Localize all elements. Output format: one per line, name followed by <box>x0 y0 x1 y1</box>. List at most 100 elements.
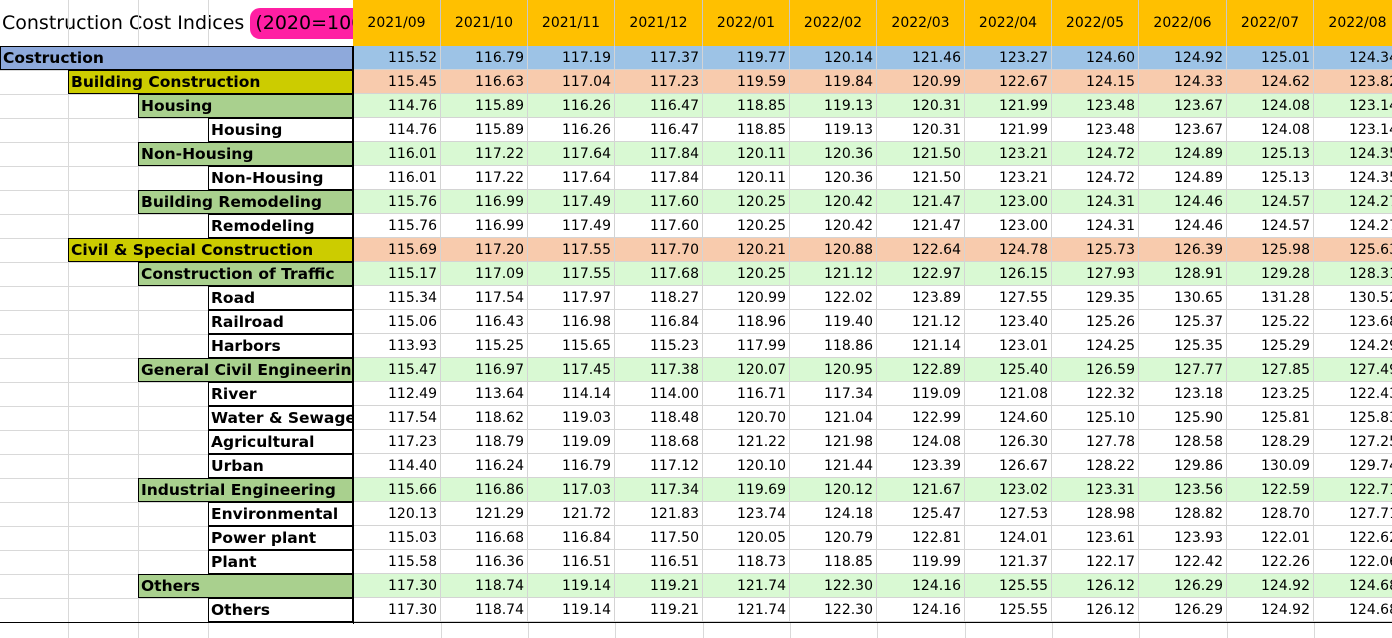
table-cell: 117.49 <box>528 190 615 214</box>
table-bottom-border <box>0 622 1392 623</box>
table-cell: 128.58 <box>1139 430 1227 454</box>
column-header-2021-09: 2021/09 <box>353 0 441 46</box>
table-cell: 123.27 <box>965 46 1052 70</box>
table-cell: 122.30 <box>790 598 877 622</box>
table-cell: 122.06 <box>1314 550 1392 574</box>
table-cell: 117.97 <box>528 286 615 310</box>
table-cell: 120.14 <box>790 46 877 70</box>
table-cell: 116.36 <box>441 550 528 574</box>
row-label: Urban <box>208 454 353 478</box>
table-cell: 127.93 <box>1052 262 1139 286</box>
table-cell: 118.85 <box>703 118 790 142</box>
table-cell: 120.99 <box>877 70 965 94</box>
table-title: Construction Cost Indices (2020=100) <box>0 0 376 46</box>
table-cell: 124.15 <box>1052 70 1139 94</box>
gridline-vertical <box>68 0 69 638</box>
table-cell: 130.52 <box>1314 286 1392 310</box>
table-cell: 125.35 <box>1139 334 1227 358</box>
label-column-border <box>353 46 354 624</box>
table-cell: 126.29 <box>1139 574 1227 598</box>
table-cell: 117.50 <box>615 526 703 550</box>
table-cell: 124.78 <box>965 238 1052 262</box>
table-cell: 116.71 <box>703 382 790 406</box>
table-cell: 123.00 <box>965 190 1052 214</box>
table-cell: 122.99 <box>877 406 965 430</box>
table-cell: 112.49 <box>353 382 441 406</box>
row-label: Housing <box>208 118 353 142</box>
table-cell: 122.81 <box>877 526 965 550</box>
table-cell: 113.64 <box>441 382 528 406</box>
table-cell: 117.60 <box>615 190 703 214</box>
table-cell: 124.27 <box>1314 214 1392 238</box>
table-cell: 121.99 <box>965 94 1052 118</box>
table-cell: 124.08 <box>877 430 965 454</box>
table-cell: 116.86 <box>441 478 528 502</box>
table-cell: 127.78 <box>1052 430 1139 454</box>
column-header-2022-04: 2022/04 <box>965 0 1052 46</box>
table-cell: 117.70 <box>615 238 703 262</box>
table-cell: 120.36 <box>790 142 877 166</box>
table-cell: 124.68 <box>1314 598 1392 622</box>
table-cell: 122.67 <box>965 70 1052 94</box>
table-cell: 121.47 <box>877 190 965 214</box>
table-cell: 121.37 <box>965 550 1052 574</box>
table-cell: 124.92 <box>1227 574 1314 598</box>
table-cell: 122.59 <box>1227 478 1314 502</box>
table-cell: 114.76 <box>353 94 441 118</box>
row-label: Construction of Traffic <box>138 262 353 286</box>
table-cell: 126.30 <box>965 430 1052 454</box>
table-cell: 124.92 <box>1227 598 1314 622</box>
table-cell: 121.67 <box>877 478 965 502</box>
table-cell: 123.68 <box>1314 310 1392 334</box>
table-cell: 120.88 <box>790 238 877 262</box>
table-cell: 115.03 <box>353 526 441 550</box>
table-cell: 119.13 <box>790 118 877 142</box>
row-label: Agricultural <box>208 430 353 454</box>
table-cell: 116.68 <box>441 526 528 550</box>
table-cell: 124.57 <box>1227 214 1314 238</box>
table-cell: 126.59 <box>1052 358 1139 382</box>
table-cell: 124.89 <box>1139 166 1227 190</box>
table-cell: 121.98 <box>790 430 877 454</box>
table-cell: 121.12 <box>790 262 877 286</box>
table-cell: 129.35 <box>1052 286 1139 310</box>
table-cell: 116.24 <box>441 454 528 478</box>
table-cell: 121.83 <box>615 502 703 526</box>
table-cell: 116.43 <box>441 310 528 334</box>
table-cell: 116.84 <box>615 310 703 334</box>
table-cell: 124.46 <box>1139 214 1227 238</box>
table-cell: 115.45 <box>353 70 441 94</box>
table-cell: 118.74 <box>441 598 528 622</box>
table-cell: 121.50 <box>877 142 965 166</box>
table-cell: 120.99 <box>703 286 790 310</box>
table-cell: 119.14 <box>528 598 615 622</box>
table-cell: 119.84 <box>790 70 877 94</box>
table-cell: 123.82 <box>1314 70 1392 94</box>
table-cell: 125.40 <box>965 358 1052 382</box>
table-cell: 122.17 <box>1052 550 1139 574</box>
row-label: Industrial Engineering <box>138 478 353 502</box>
table-cell: 121.22 <box>703 430 790 454</box>
table-cell: 120.25 <box>703 190 790 214</box>
row-label: River <box>208 382 353 406</box>
table-cell: 123.48 <box>1052 94 1139 118</box>
table-cell: 116.51 <box>528 550 615 574</box>
table-cell: 128.70 <box>1227 502 1314 526</box>
table-cell: 121.50 <box>877 166 965 190</box>
column-header-2022-05: 2022/05 <box>1052 0 1139 46</box>
table-cell: 115.58 <box>353 550 441 574</box>
table-cell: 124.16 <box>877 574 965 598</box>
table-cell: 117.22 <box>441 142 528 166</box>
table-cell: 115.17 <box>353 262 441 286</box>
table-cell: 127.77 <box>1139 358 1227 382</box>
table-cell: 117.55 <box>528 262 615 286</box>
table-cell: 124.31 <box>1052 190 1139 214</box>
table-cell: 122.43 <box>1314 382 1392 406</box>
table-cell: 116.26 <box>528 118 615 142</box>
table-cell: 117.20 <box>441 238 528 262</box>
table-cell: 125.90 <box>1139 406 1227 430</box>
table-cell: 117.03 <box>528 478 615 502</box>
table-cell: 119.09 <box>528 430 615 454</box>
row-label: Civil & Special Construction <box>68 238 353 262</box>
table-cell: 121.47 <box>877 214 965 238</box>
